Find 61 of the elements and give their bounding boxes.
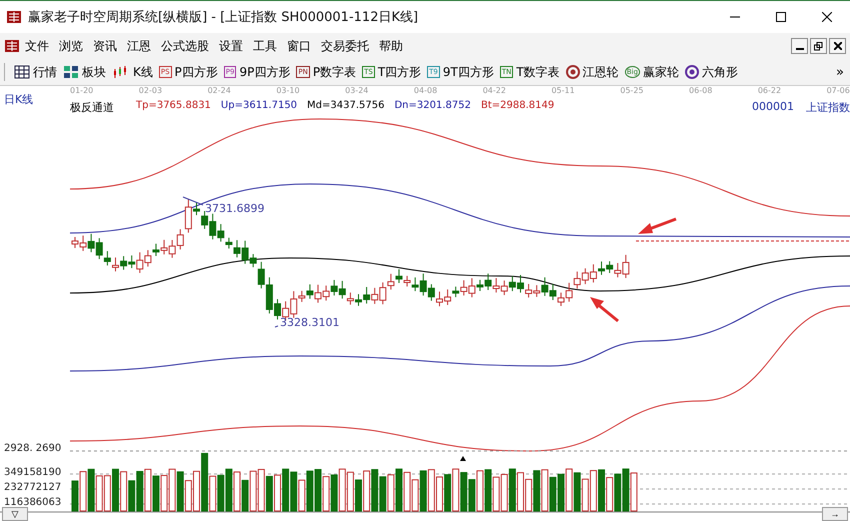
- window-title: 赢家老子时空周期系统[纵横版] - [上证指数 SH000001-112日K线]: [28, 9, 420, 26]
- maximize-icon: [776, 12, 786, 22]
- menu-item[interactable]: 窗口: [287, 38, 311, 54]
- volume-axis-label: 232772127: [4, 482, 62, 493]
- date-label: 05-11: [551, 86, 575, 95]
- close-icon: [834, 42, 842, 50]
- menu-item[interactable]: 浏览: [59, 38, 83, 54]
- low-price-label: 3328.3101: [280, 316, 340, 329]
- close-icon: [822, 12, 832, 22]
- menu-item[interactable]: 江恩: [127, 38, 151, 54]
- date-label: 05-25: [620, 86, 644, 95]
- date-label: 04-08: [414, 86, 438, 95]
- restore-icon: [814, 42, 823, 50]
- more-chevron[interactable]: »: [836, 64, 844, 80]
- app-logo-icon: [6, 9, 22, 25]
- scroll-left-button[interactable]: ▽: [2, 507, 28, 521]
- date-label: 03-24: [345, 86, 368, 95]
- date-label: 04-22: [482, 86, 506, 95]
- volume-axis-label: 116386063: [4, 497, 62, 508]
- symbol-code: 000001: [752, 100, 794, 115]
- menu-item[interactable]: 资讯: [93, 38, 117, 54]
- indicator-value: Tp=3765.8831: [136, 100, 211, 113]
- marker-icon: [460, 456, 466, 461]
- indicator-value: Md=3437.5756: [307, 100, 384, 113]
- toolbar-button[interactable]: 六角形: [682, 64, 741, 80]
- grid-icon: [14, 65, 30, 79]
- volume-axis-label: 349158190: [4, 467, 62, 478]
- date-label: 07-06: [826, 86, 850, 95]
- menu-item[interactable]: 文件: [25, 38, 49, 54]
- restore-button[interactable]: [810, 38, 827, 54]
- high-leader-line: [182, 196, 204, 206]
- date-label: 06-08: [689, 86, 712, 95]
- minimize-button[interactable]: [791, 38, 808, 54]
- menu-item[interactable]: 设置: [219, 38, 243, 54]
- high-price-label: 3731.6899: [205, 202, 264, 215]
- arrow-icon: [638, 218, 677, 234]
- menu-item[interactable]: 公式选股: [161, 38, 209, 54]
- indicator-value: Bt=2988.8149: [480, 100, 554, 113]
- menu-item[interactable]: 交易委托: [321, 38, 369, 54]
- menu-item[interactable]: 工具: [253, 38, 277, 54]
- date-label: 01-20: [70, 86, 94, 95]
- blocks-icon: [63, 65, 79, 79]
- indicator-name: 极反通道: [70, 100, 114, 115]
- indicator-value: Dn=3201.8752: [394, 100, 471, 113]
- scroll-right-button[interactable]: →: [822, 507, 848, 521]
- indicator-value: Up=3611.7150: [220, 100, 298, 113]
- date-label: 02-03: [138, 86, 162, 95]
- app-logo-icon: [4, 38, 20, 54]
- date-label: 03-10: [276, 86, 300, 95]
- close-button[interactable]: [829, 38, 846, 54]
- price-axis-label: 2928. 2690: [4, 443, 62, 454]
- date-label: 06-22: [758, 86, 782, 95]
- menu-item[interactable]: 帮助: [379, 38, 403, 54]
- arrow-icon: [590, 297, 619, 322]
- toolbar-button[interactable]: K线: [109, 64, 156, 80]
- date-label: 02-24: [208, 86, 231, 95]
- period-label: 日K线: [4, 92, 34, 107]
- toolbar-button[interactable]: 行情: [11, 64, 60, 80]
- toolbar-button[interactable]: 江恩轮: [562, 64, 622, 80]
- toolbar-button[interactable]: 板块: [60, 64, 109, 80]
- symbol-name: 上证指数: [806, 100, 850, 115]
